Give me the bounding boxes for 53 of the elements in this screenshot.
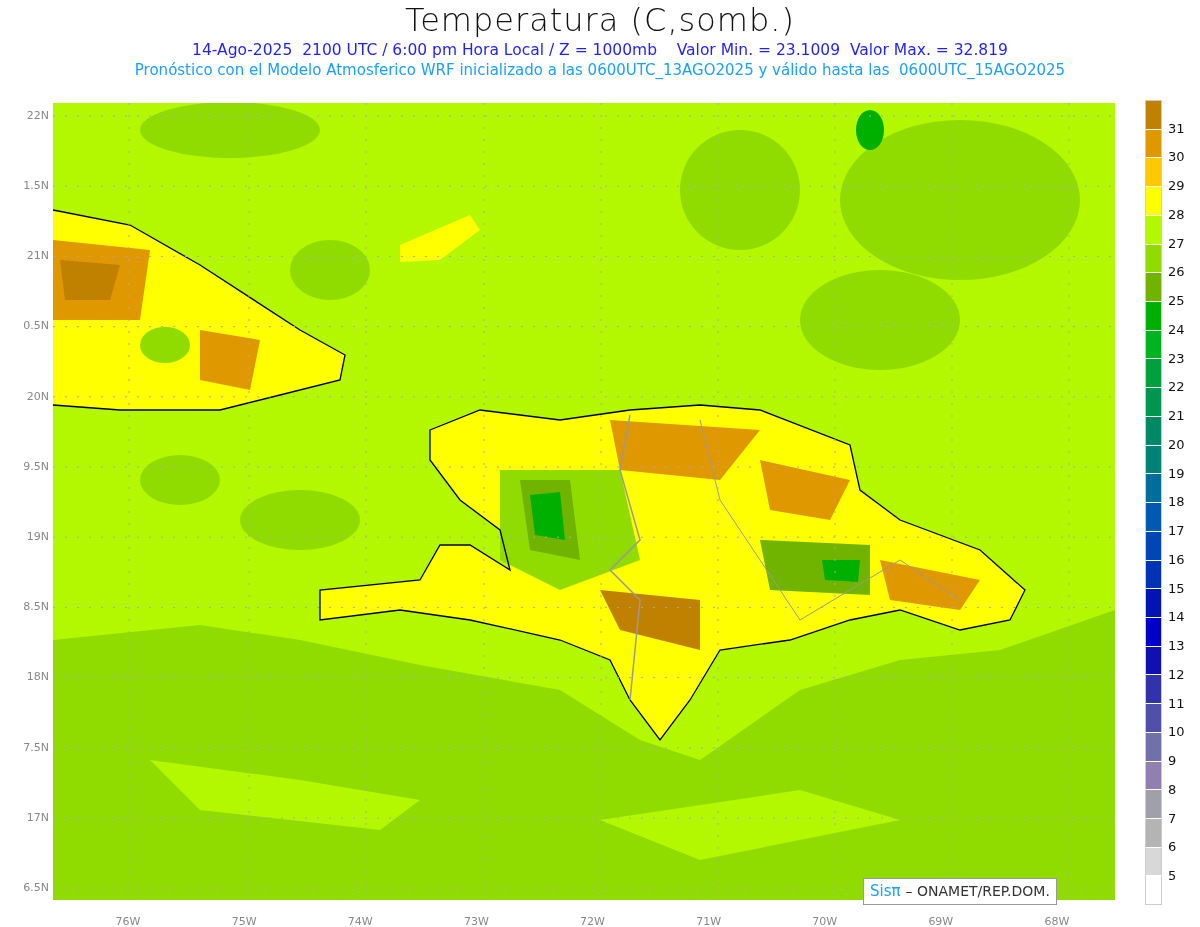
latitude-label: 9.5N — [23, 458, 49, 475]
longitude-label: 74W — [347, 915, 373, 927]
scale-label: 8 — [1168, 780, 1177, 799]
logo-text: Sisπ — [870, 881, 901, 902]
scale-label: 30 — [1168, 148, 1185, 167]
latitude-label: 19N — [26, 528, 49, 545]
longitude-label: 73W — [463, 915, 489, 927]
latitude-label: 20N — [26, 388, 49, 405]
longitude-label: 72W — [580, 915, 605, 927]
scale-label: 25 — [1168, 292, 1185, 311]
latitude-label: 8.5N — [23, 599, 49, 616]
latitude-label: 6.5N — [23, 879, 49, 896]
chart-title: Temperatura (C,somb.) — [405, 0, 795, 40]
scale-label: 22 — [1168, 378, 1185, 397]
scale-label: 20 — [1168, 435, 1185, 454]
latitude-label: 18N — [26, 669, 49, 686]
scale-label: 10 — [1168, 723, 1185, 742]
credit-text: – ONAMET/REP.DOM. — [905, 881, 1050, 901]
longitude-label: 68W — [1044, 915, 1070, 927]
scale-label: 14 — [1168, 608, 1185, 627]
scale-label: 27 — [1168, 234, 1185, 253]
scale-label: 6 — [1168, 838, 1177, 857]
scale-label: 16 — [1168, 550, 1185, 569]
scale-label: 26 — [1168, 263, 1185, 282]
scale-label: 28 — [1168, 205, 1185, 224]
scale-label: 19 — [1168, 464, 1185, 483]
scale-label: 29 — [1168, 177, 1185, 196]
forecast-description: Pronóstico con el Modelo Atmosferico WRF inicializado a las 0600UTC_13AGO2025 y válido hasta las 0600UTC_15AGO2025 — [134, 60, 1066, 80]
latitude-label: 7.5N — [23, 739, 49, 756]
scale-label: 21 — [1168, 407, 1185, 426]
chart-info-line: 14-Ago-2025 2100 UTC / 6:00 pm Hora Local / Z = 1000mb Valor Min. = 23.1009 Valor Max. = 32.819 — [192, 40, 1008, 60]
scale-label: 12 — [1168, 665, 1185, 684]
scale-label: 17 — [1168, 522, 1185, 541]
latitude-label: 22N — [26, 107, 49, 124]
scale-label: 18 — [1168, 493, 1185, 512]
latitude-label: 21N — [26, 248, 49, 265]
latitude-label: 1.5N — [23, 178, 49, 195]
scale-label: 13 — [1168, 637, 1185, 656]
scale-label: 31 — [1168, 119, 1185, 138]
scale-label: 7 — [1168, 809, 1177, 828]
scale-label: 23 — [1168, 349, 1185, 368]
scale-label: 9 — [1168, 752, 1177, 771]
scale-label: 15 — [1168, 579, 1185, 598]
latitude-label: 0.5N — [23, 318, 49, 335]
scale-label: 24 — [1168, 320, 1185, 339]
longitude-label: 69W — [928, 915, 954, 927]
longitude-label: 71W — [696, 915, 722, 927]
scale-label: 5 — [1168, 867, 1177, 886]
scale-label: 11 — [1168, 694, 1185, 713]
latitude-label: 17N — [26, 809, 49, 826]
longitude-label: 75W — [231, 915, 257, 927]
longitude-label: 76W — [115, 915, 141, 927]
longitude-label: 70W — [812, 915, 838, 927]
